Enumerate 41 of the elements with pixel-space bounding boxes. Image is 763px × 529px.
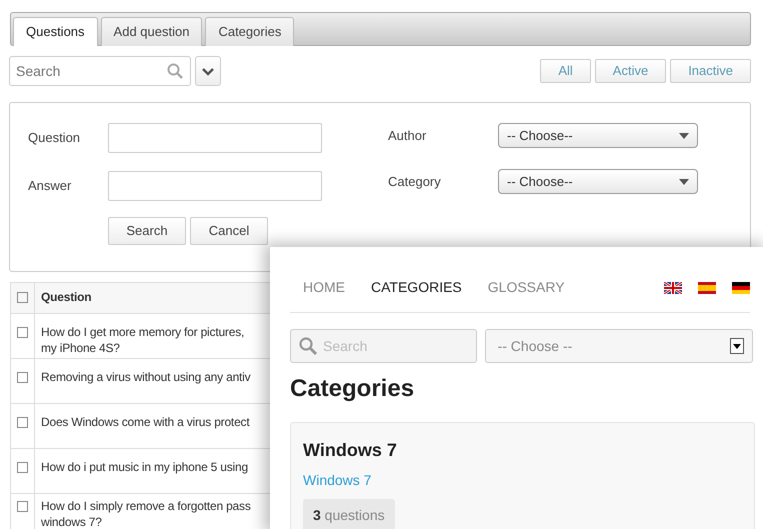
- dropdown-arrow-icon: [679, 178, 689, 184]
- question-text: How do i put music in my iphone 5 using: [41, 460, 249, 476]
- nav-link[interactable]: GLOSSARY: [474, 267, 578, 308]
- tab[interactable]: Questions: [13, 17, 98, 46]
- flag-icon[interactable]: [698, 282, 716, 294]
- checkbox[interactable]: [17, 417, 28, 428]
- field-label: Question: [28, 129, 82, 148]
- choose-select[interactable]: -- Choose--: [498, 123, 698, 148]
- page-heading: Categories: [290, 375, 416, 404]
- question-text: How do I simply remove a forgotten pass windows 7?: [41, 499, 252, 529]
- expand-button[interactable]: [195, 56, 221, 86]
- chevron-icon: [202, 68, 214, 76]
- nav-link[interactable]: CATEGORIES: [358, 267, 475, 308]
- question-text: How do I get more memory for pictures, my iPhone 4S?: [41, 325, 246, 356]
- search-field[interactable]: Search: [9, 56, 191, 86]
- question-count: 3 questions: [303, 498, 395, 529]
- search-icon: [167, 63, 183, 79]
- checkbox[interactable]: [17, 462, 28, 473]
- form-button[interactable]: Cancel: [190, 217, 268, 245]
- field-label: Answer: [28, 177, 72, 196]
- tab[interactable]: Add question: [100, 17, 202, 46]
- field-label: Category: [388, 172, 442, 191]
- tab[interactable]: Categories: [205, 17, 294, 46]
- question-input[interactable]: [108, 123, 322, 153]
- flag-icon[interactable]: [664, 282, 682, 294]
- question-text: Removing a virus without using any antiv: [41, 370, 252, 386]
- form-button[interactable]: Search: [108, 217, 186, 245]
- dropdown-arrow-icon: [679, 132, 689, 138]
- checkbox[interactable]: [17, 501, 28, 512]
- category-title: Windows 7: [303, 438, 398, 462]
- search-icon: [299, 337, 317, 355]
- answer-input[interactable]: [108, 171, 322, 201]
- field-label: Author: [388, 126, 428, 145]
- search-placeholder: Search: [323, 336, 368, 356]
- nav-link[interactable]: HOME: [290, 267, 358, 308]
- choose-select[interactable]: -- Choose--: [498, 169, 698, 194]
- checkbox[interactable]: [17, 327, 28, 338]
- question-text: Does Windows come with a virus protect: [41, 415, 251, 431]
- checkbox[interactable]: [17, 372, 28, 383]
- flag-icon[interactable]: [732, 282, 750, 294]
- checkbox[interactable]: [17, 292, 28, 303]
